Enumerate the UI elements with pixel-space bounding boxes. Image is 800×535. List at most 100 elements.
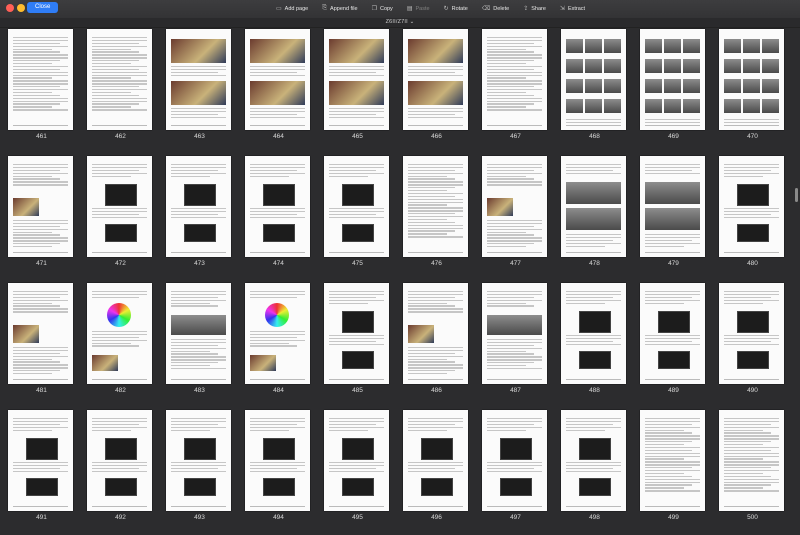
page-preview[interactable] (640, 283, 705, 384)
page-thumbnail[interactable]: 482 (81, 281, 160, 408)
page-thumbnail[interactable]: 467 (476, 27, 555, 154)
page-thumbnail[interactable]: 481 (2, 281, 81, 408)
page-preview[interactable] (245, 156, 310, 257)
page-preview[interactable] (719, 283, 784, 384)
page-preview[interactable] (640, 410, 705, 511)
page-preview[interactable] (324, 410, 389, 511)
page-preview[interactable] (482, 283, 547, 384)
extract-button[interactable]: ⇲ Extract (554, 3, 591, 14)
page-thumbnail[interactable]: 469 (634, 27, 713, 154)
page-thumbnail[interactable]: 484 (239, 281, 318, 408)
page-preview[interactable] (482, 410, 547, 511)
window-close-icon[interactable] (6, 4, 14, 12)
page-thumbnail[interactable]: 462 (81, 27, 160, 154)
page-preview[interactable] (482, 29, 547, 130)
page-preview[interactable] (561, 29, 626, 130)
copy-button[interactable]: ❐ Copy (366, 3, 399, 14)
page-thumbnail[interactable]: 473 (160, 154, 239, 281)
page-preview[interactable] (8, 29, 73, 130)
page-thumbnail[interactable]: 486 (397, 281, 476, 408)
page-thumbnail[interactable]: 495 (318, 408, 397, 535)
page-preview[interactable] (719, 29, 784, 130)
page-preview[interactable] (403, 29, 468, 130)
page-thumbnail[interactable]: 480 (713, 154, 792, 281)
page-thumbnail[interactable]: 470 (713, 27, 792, 154)
page-thumbnail[interactable]: 489 (634, 281, 713, 408)
page-thumbnail[interactable]: 498 (555, 408, 634, 535)
page-thumbnail[interactable]: 468 (555, 27, 634, 154)
page-thumbnail[interactable]: 483 (160, 281, 239, 408)
rotate-button[interactable]: ↻ Rotate (438, 3, 474, 14)
page-thumbnail[interactable]: 497 (476, 408, 555, 535)
page-preview[interactable] (324, 156, 389, 257)
page-preview[interactable] (87, 29, 152, 130)
page-thumbnail[interactable]: 487 (476, 281, 555, 408)
page-preview[interactable] (166, 410, 231, 511)
page-preview[interactable] (166, 156, 231, 257)
page-preview[interactable] (719, 156, 784, 257)
share-button[interactable]: ⇪ Share (517, 3, 552, 14)
paste-button[interactable]: ▤ Paste (401, 3, 436, 14)
append-file-button[interactable]: ⎘ Append file (316, 3, 363, 14)
page-thumbnail[interactable]: 461 (2, 27, 81, 154)
page-preview[interactable] (561, 410, 626, 511)
page-thumbnail[interactable]: 494 (239, 408, 318, 535)
page-preview[interactable] (403, 283, 468, 384)
page-preview[interactable] (403, 410, 468, 511)
page-thumbnail[interactable]: 479 (634, 154, 713, 281)
page-thumbnail[interactable]: 477 (476, 154, 555, 281)
page-thumbnail[interactable]: 499 (634, 408, 713, 535)
page-thumbnail[interactable]: 464 (239, 27, 318, 154)
page-preview[interactable] (8, 410, 73, 511)
page-thumbnail[interactable]: 493 (160, 408, 239, 535)
page-number: 474 (273, 260, 284, 267)
page-preview[interactable] (8, 283, 73, 384)
page-preview[interactable] (324, 283, 389, 384)
page-preview[interactable] (403, 156, 468, 257)
page-thumbnail[interactable]: 474 (239, 154, 318, 281)
page-thumbnail[interactable]: 496 (397, 408, 476, 535)
page-preview[interactable] (87, 283, 152, 384)
page-thumbnail[interactable]: 491 (2, 408, 81, 535)
window-minimize-icon[interactable] (17, 4, 25, 12)
page-number: 469 (668, 133, 679, 140)
page-thumbnail[interactable]: 465 (318, 27, 397, 154)
page-preview[interactable] (245, 29, 310, 130)
page-thumbnail[interactable]: 476 (397, 154, 476, 281)
page-preview[interactable] (166, 283, 231, 384)
page-number: 467 (510, 133, 521, 140)
page-thumbnail[interactable]: 463 (160, 27, 239, 154)
page-preview[interactable] (640, 156, 705, 257)
page-thumbnail[interactable]: 485 (318, 281, 397, 408)
page-preview[interactable] (87, 410, 152, 511)
page-thumbnail[interactable]: 490 (713, 281, 792, 408)
page-footer-rule (92, 125, 147, 126)
page-thumbnail[interactable]: 488 (555, 281, 634, 408)
page-preview[interactable] (166, 29, 231, 130)
page-preview[interactable] (87, 156, 152, 257)
page-thumbnail[interactable]: 475 (318, 154, 397, 281)
page-preview[interactable] (8, 156, 73, 257)
scroll-thumb[interactable] (795, 188, 798, 202)
close-button[interactable]: Close (27, 2, 59, 13)
page-thumbnail[interactable]: 492 (81, 408, 160, 535)
page-preview[interactable] (245, 283, 310, 384)
page-preview[interactable] (640, 29, 705, 130)
document-title[interactable]: Z6II/Z7II ⌄ (0, 19, 800, 25)
page-thumbnail[interactable]: 500 (713, 408, 792, 535)
page-number: 495 (352, 514, 363, 521)
vertical-scrollbar[interactable] (794, 28, 798, 448)
page-preview[interactable] (719, 410, 784, 511)
page-thumbnail[interactable]: 471 (2, 154, 81, 281)
page-preview[interactable] (324, 29, 389, 130)
page-thumbnail[interactable]: 466 (397, 27, 476, 154)
delete-button[interactable]: ⌫ Delete (476, 3, 515, 14)
page-preview[interactable] (245, 410, 310, 511)
page-preview[interactable] (482, 156, 547, 257)
page-thumbnail[interactable]: 472 (81, 154, 160, 281)
page-preview[interactable] (561, 283, 626, 384)
page-chart (566, 208, 621, 230)
page-preview[interactable] (561, 156, 626, 257)
page-thumbnail[interactable]: 478 (555, 154, 634, 281)
add-page-button[interactable]: ▭ Add page (270, 3, 314, 14)
